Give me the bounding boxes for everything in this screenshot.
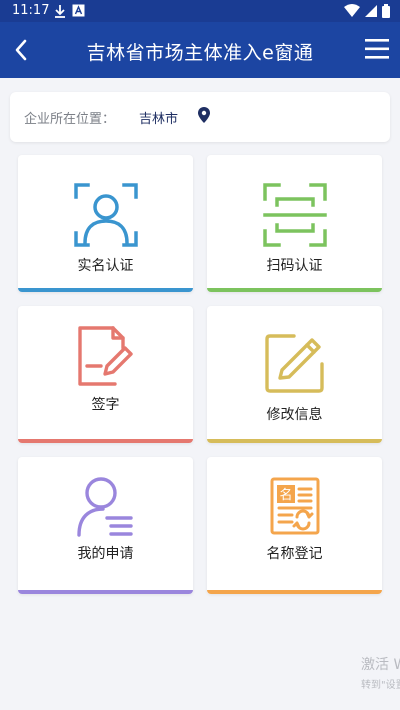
card-accent-bar [207, 590, 382, 594]
card-label: 签字 [91, 397, 120, 413]
download-icon [55, 5, 65, 18]
page-title: 吉林省市场主体准入e窗通 [86, 42, 314, 64]
card-label: 修改信息 [266, 407, 323, 423]
card-name-registration[interactable]: 名 名称登记 [207, 457, 382, 594]
card-accent-bar [207, 439, 382, 443]
status-time: 11:17 [12, 3, 50, 18]
svg-text:名: 名 [279, 487, 292, 503]
a-box-icon [72, 4, 85, 17]
name-register-icon: 名 [270, 477, 319, 535]
watermark-line-2: 转到"设置 [361, 680, 400, 691]
wifi-icon [344, 4, 360, 17]
face-scan-icon [73, 183, 138, 247]
card-label: 扫码认证 [266, 258, 323, 274]
card-label: 我的申请 [77, 546, 134, 562]
card-accent-bar [207, 288, 382, 292]
battery-icon [382, 4, 390, 18]
location-pin-icon[interactable] [197, 106, 211, 124]
menu-icon[interactable] [364, 36, 390, 62]
status-bar: 11:17 [0, 0, 400, 22]
card-real-name-auth[interactable]: 实名认证 [18, 155, 193, 292]
card-label: 实名认证 [77, 258, 134, 274]
signature-document-icon [77, 326, 133, 386]
card-my-applications[interactable]: 我的申请 [18, 457, 193, 594]
card-edit-info[interactable]: 修改信息 [207, 306, 382, 443]
location-city[interactable]: 吉林市 [139, 108, 178, 127]
card-qr-auth[interactable]: 扫码认证 [207, 155, 382, 292]
location-panel[interactable]: 企业所在位置： 吉林市 [10, 92, 390, 142]
location-label: 企业所在位置： [24, 112, 116, 127]
activation-watermark: 激活 W 转到"设置 [361, 654, 400, 691]
qr-scan-icon [262, 183, 327, 247]
watermark-line-1: 激活 W [361, 657, 400, 673]
card-accent-bar [18, 288, 193, 292]
card-accent-bar [18, 439, 193, 443]
card-signature[interactable]: 签字 [18, 306, 193, 443]
signal-icon [365, 5, 377, 17]
card-accent-bar [18, 590, 193, 594]
edit-pencil-icon [264, 334, 324, 393]
user-list-icon [76, 477, 133, 537]
card-label: 名称登记 [266, 546, 323, 562]
app-bar: 吉林省市场主体准入e窗通 [0, 22, 400, 78]
